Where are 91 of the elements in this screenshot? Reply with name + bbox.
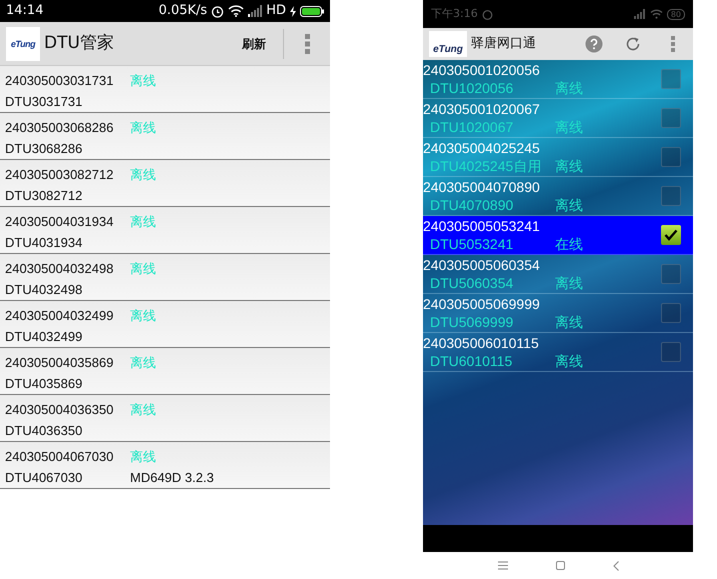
device-id: 240305004036350 bbox=[5, 401, 114, 419]
checkbox[interactable] bbox=[661, 225, 681, 245]
wifi-icon bbox=[650, 9, 663, 19]
device-name: DTU4032499 bbox=[5, 328, 84, 346]
device-id: 240305004032499 bbox=[5, 307, 114, 325]
charging-icon bbox=[290, 6, 296, 16]
device-name: DTU5060354 bbox=[429, 274, 514, 292]
status-text: 离线 bbox=[130, 260, 156, 278]
status-text: 离线 bbox=[130, 401, 156, 419]
device-name: DTU4067030 bbox=[5, 469, 84, 487]
device-name: DTU4035869 bbox=[5, 375, 84, 393]
status-text: 离线 bbox=[130, 354, 156, 372]
device-name: DTU4025245自用 bbox=[429, 156, 542, 176]
device-name: DTU4036350 bbox=[5, 422, 84, 440]
signal-icon bbox=[634, 9, 646, 19]
device-name: DTU5053241 bbox=[429, 234, 514, 254]
device-name: DTU4031934 bbox=[5, 234, 84, 252]
status-text: 离线 bbox=[130, 448, 156, 466]
device-name: DTU6010115 bbox=[429, 352, 514, 370]
device-row[interactable]: 240305001020056 DTU1020056 离线 bbox=[423, 60, 693, 99]
device-name: DTU1020056 bbox=[429, 78, 514, 98]
checkbox[interactable] bbox=[661, 303, 681, 323]
help-icon[interactable] bbox=[585, 35, 603, 53]
device-id: 240305004067030 bbox=[5, 448, 114, 466]
device-row[interactable]: 240305001020067 DTU1020067 离线 bbox=[423, 99, 693, 138]
app-logo: eTung bbox=[6, 26, 40, 60]
checkbox[interactable] bbox=[661, 108, 681, 128]
status-text: 离线 bbox=[555, 156, 583, 176]
device-name: DTU4070890 bbox=[429, 196, 514, 214]
device-id: 240305006010115 bbox=[423, 334, 540, 352]
status-text: 离线 bbox=[555, 312, 583, 332]
checkbox[interactable] bbox=[661, 186, 681, 206]
device-row[interactable]: 240305004025245 DTU4025245自用 离线 bbox=[423, 138, 693, 177]
clock-time: 下午3:16 bbox=[431, 6, 478, 22]
battery-icon bbox=[300, 6, 324, 16]
signal-icon bbox=[248, 5, 262, 17]
device-name: DTU5069999 bbox=[429, 312, 514, 332]
clock-time: 14:14 bbox=[6, 2, 44, 20]
checkbox[interactable] bbox=[661, 342, 681, 362]
status-text: 离线 bbox=[130, 166, 156, 184]
app-logo: eTung bbox=[429, 31, 467, 57]
device-name: DTU1020067 bbox=[429, 118, 514, 136]
network-speed: 0.05K/s bbox=[158, 2, 208, 20]
device-id: 240305005069999 bbox=[423, 294, 541, 312]
overflow-menu-icon[interactable] bbox=[305, 34, 310, 54]
refresh-icon[interactable] bbox=[625, 36, 641, 52]
checkbox[interactable] bbox=[661, 264, 681, 284]
device-id: 240305005060354 bbox=[423, 256, 541, 274]
status-text: 离线 bbox=[555, 274, 583, 292]
device-id: 240305005053241 bbox=[423, 216, 541, 234]
device-row[interactable]: 240305005069999 DTU5069999 离线 bbox=[423, 294, 693, 333]
checkbox[interactable] bbox=[661, 69, 681, 89]
status-text: 离线 bbox=[130, 119, 156, 137]
device-id: 240305004035869 bbox=[5, 354, 114, 372]
refresh-button[interactable]: 刷新 bbox=[241, 34, 267, 54]
device-id: 240305004031934 bbox=[5, 213, 114, 231]
device-row[interactable]: 240305005060354 DTU5060354 离线 bbox=[423, 255, 693, 294]
app-title: DTU管家 bbox=[44, 32, 114, 55]
app-title: 驿唐网口通 bbox=[471, 35, 536, 54]
device-name: DTU4032498 bbox=[5, 281, 84, 299]
device-id: 240305004025245 bbox=[423, 138, 541, 156]
status-text: 离线 bbox=[555, 196, 583, 214]
device-id: 240305003082712 bbox=[5, 166, 114, 184]
wifi-icon bbox=[228, 5, 244, 17]
status-text: 离线 bbox=[130, 72, 156, 90]
menu-icon[interactable] bbox=[498, 561, 508, 570]
device-name: DTU3068286 bbox=[5, 140, 84, 158]
device-id: 240305004032498 bbox=[5, 260, 114, 278]
status-text: 离线 bbox=[130, 213, 156, 231]
device-id: 240305001020067 bbox=[423, 100, 541, 118]
device-row[interactable]: 240305006010115 DTU6010115 离线 bbox=[423, 333, 693, 372]
checkbox[interactable] bbox=[661, 147, 681, 167]
status-text: 离线 bbox=[555, 118, 583, 136]
status-text: 离线 bbox=[130, 307, 156, 325]
device-id: 240305003068286 bbox=[5, 119, 114, 137]
status-text: 离线 bbox=[555, 352, 583, 370]
device-id: 240305001020056 bbox=[423, 60, 541, 78]
status-text: 离线 bbox=[555, 78, 583, 98]
device-id: 240305003031731 bbox=[5, 72, 114, 90]
checkmark-icon bbox=[664, 229, 678, 241]
device-name: DTU3082712 bbox=[5, 187, 84, 205]
battery-level: 80 bbox=[666, 8, 685, 20]
network-type: HD bbox=[266, 2, 286, 20]
device-name: DTU3031731 bbox=[5, 93, 84, 111]
home-square-icon[interactable] bbox=[556, 561, 564, 570]
back-chevron-icon[interactable] bbox=[612, 560, 618, 570]
status-text: 在线 bbox=[555, 234, 583, 254]
overflow-menu-icon[interactable] bbox=[671, 36, 675, 52]
firmware-version: MD649D 3.2.3 bbox=[130, 469, 214, 487]
device-id: 240305004070890 bbox=[423, 178, 541, 196]
device-row[interactable]: 240305005053241 DTU5053241 在线 bbox=[423, 216, 693, 255]
